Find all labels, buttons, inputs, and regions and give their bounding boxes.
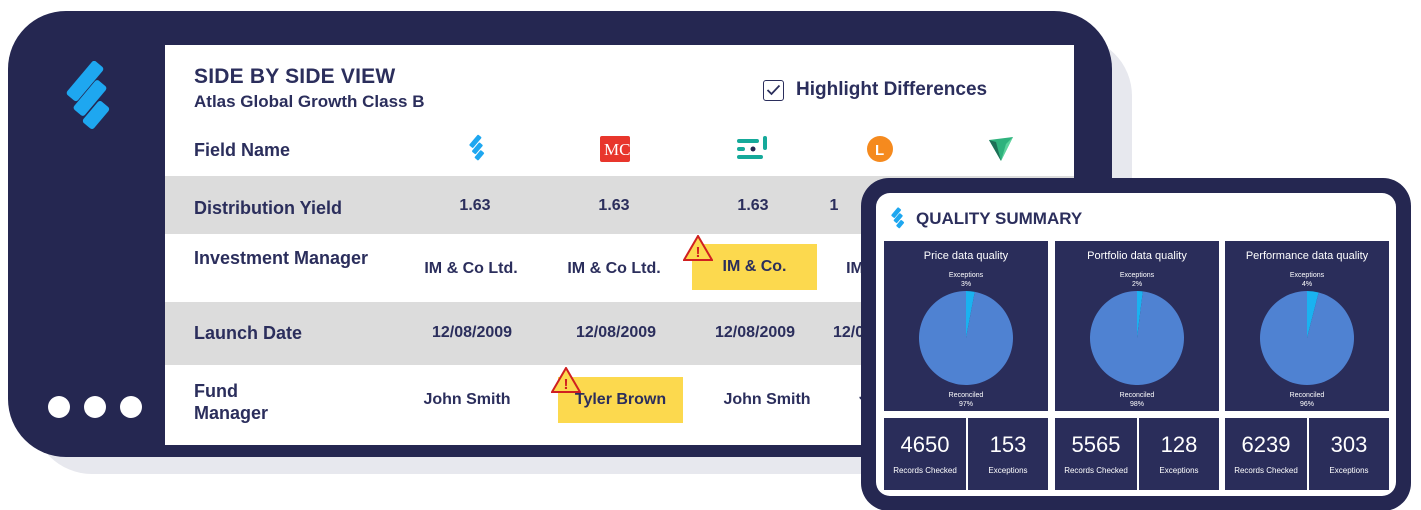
svg-text:!: !: [564, 376, 569, 393]
fund-subtitle: Atlas Global Growth Class B: [194, 92, 425, 111]
records-checked-value: 5565: [1071, 432, 1121, 457]
teal-bars-logo-icon[interactable]: [737, 133, 769, 165]
records-checked-value: 4650: [900, 432, 950, 457]
exceptions-label: Exceptions: [1329, 466, 1369, 475]
exceptions-label: Exceptions: [988, 466, 1028, 475]
highlight-label: Highlight Differences: [796, 79, 988, 100]
exceptions-stat: 303 Exceptions: [1309, 418, 1389, 490]
cell-value: IM & Co Ltd.: [424, 260, 518, 277]
exceptions-pct: 4%: [1302, 281, 1312, 288]
brand-logo-icon: [66, 61, 110, 129]
price-quality-chart: Price data quality Exceptions 3% Reconci…: [884, 241, 1048, 411]
chart-title: Price data quality: [923, 250, 1009, 262]
highlight-checkbox[interactable]: [763, 79, 784, 101]
quality-summary-header: QUALITY SUMMARY: [888, 207, 1082, 231]
cell-value: John Smith: [723, 391, 811, 408]
cell-value: 1.63: [598, 197, 630, 214]
cell-value: 1.63: [459, 197, 491, 214]
svg-text:MC: MC: [604, 140, 630, 159]
warning-icon: !: [551, 367, 581, 393]
cell-value: 12/08/2009: [575, 324, 657, 341]
more-options-dots[interactable]: [48, 396, 142, 418]
performance-quality-chart: Performance data quality Exceptions 4% R…: [1225, 241, 1389, 411]
pie-slice-reconciled: [1090, 291, 1184, 385]
exceptions-label: Exceptions: [949, 272, 984, 279]
row-label: Investment Manager: [194, 248, 369, 268]
svg-text:L: L: [875, 142, 884, 159]
exceptions-stat: 153 Exceptions: [968, 418, 1048, 490]
reconciled-label: Reconciled: [1290, 392, 1325, 399]
records-checked-stat: 6239 Records Checked: [1225, 418, 1307, 490]
orange-l-circle-logo-icon[interactable]: L: [864, 133, 896, 165]
quality-summary-panel: QUALITY SUMMARY Price data quality Excep…: [876, 193, 1396, 496]
records-checked-label: Records Checked: [1234, 466, 1298, 475]
field-name-header: Field Name: [194, 140, 291, 160]
reconciled-pct: 98%: [1130, 401, 1144, 408]
records-checked-value: 6239: [1241, 432, 1291, 457]
records-checked-label: Records Checked: [893, 466, 957, 475]
brand-logo-icon: [891, 207, 905, 229]
blue-chevron-logo-icon[interactable]: [460, 133, 492, 165]
table-header-row: Field Name MC L: [165, 125, 1074, 177]
exceptions-label: Exceptions: [1120, 272, 1155, 279]
row-label: Distribution Yield: [194, 198, 343, 218]
records-checked-label: Records Checked: [1064, 466, 1128, 475]
records-checked-stat: 5565 Records Checked: [1055, 418, 1137, 490]
exceptions-label: Exceptions: [1159, 466, 1199, 475]
row-label: Launch Date: [194, 323, 303, 343]
chart-title: Performance data quality: [1245, 250, 1369, 262]
warning-icon: !: [683, 235, 713, 261]
exceptions-stat: 128 Exceptions: [1139, 418, 1219, 490]
green-triangle-logo-icon[interactable]: [985, 133, 1017, 165]
dot: [84, 396, 106, 418]
pie-slice-reconciled: [919, 291, 1013, 385]
exceptions-value: 303: [1330, 432, 1368, 457]
portfolio-quality-chart: Portfolio data quality Exceptions 2% Rec…: [1055, 241, 1219, 411]
dot: [120, 396, 142, 418]
exceptions-pct: 2%: [1132, 281, 1142, 288]
quality-summary-title: QUALITY SUMMARY: [916, 209, 1083, 228]
exceptions-label: Exceptions: [1290, 272, 1325, 279]
cell-value: IM & Co Ltd.: [567, 260, 661, 277]
checkmark-icon: [766, 84, 781, 96]
records-checked-stat: 4650 Records Checked: [884, 418, 966, 490]
row-label: Fund Manager: [194, 381, 269, 423]
exceptions-pct: 3%: [961, 281, 971, 288]
reconciled-label: Reconciled: [949, 392, 984, 399]
reconciled-pct: 96%: [1300, 401, 1314, 408]
svg-text:!: !: [696, 244, 701, 261]
pie-slice-reconciled: [1260, 291, 1354, 385]
mc-red-logo-icon[interactable]: MC: [599, 133, 631, 165]
cell-value: 12/08/2009: [714, 324, 796, 341]
cell-value: 1.63: [737, 197, 769, 214]
exceptions-value: 153: [989, 432, 1027, 457]
cell-value: 12/08/2009: [431, 324, 513, 341]
reconciled-pct: 97%: [959, 401, 973, 408]
page-title: SIDE BY SIDE VIEW: [194, 65, 396, 88]
highlight-differences-toggle[interactable]: Highlight Differences: [763, 79, 987, 101]
cell-value: 1: [829, 197, 839, 214]
reconciled-label: Reconciled: [1120, 392, 1155, 399]
dot: [48, 396, 70, 418]
chart-title: Portfolio data quality: [1087, 250, 1187, 262]
exceptions-value: 128: [1160, 432, 1198, 457]
cell-value: John Smith: [423, 391, 511, 408]
